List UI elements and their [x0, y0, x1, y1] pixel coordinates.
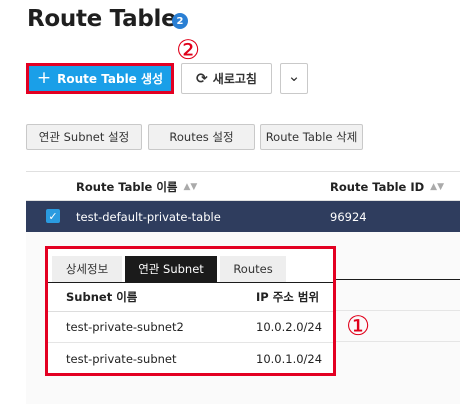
route-table-name: test-default-private-table — [76, 209, 221, 224]
check-icon: ✓ — [48, 209, 58, 223]
tab-routes[interactable]: Routes — [220, 256, 286, 282]
refresh-icon: ⟳ — [196, 70, 208, 87]
routes-settings-button[interactable]: Routes 설정 — [148, 124, 255, 150]
column-id-label: Route Table ID — [330, 180, 425, 194]
column-subnet-name: Subnet 이름 — [66, 290, 138, 304]
page-title: Route Table — [27, 6, 177, 32]
chevron-down-icon: ⌄ — [287, 66, 301, 85]
subnet-table: Subnet 이름 IP 주소 범위 test-private-subnet2 … — [48, 282, 333, 374]
refresh-button[interactable]: ⟳ 새로고침 — [181, 63, 272, 94]
count-badge: 2 — [172, 13, 188, 29]
row-checkbox[interactable]: ✓ — [46, 209, 60, 223]
route-table-header: Route Table 이름 ▲▼ Route Table ID ▲▼ — [26, 171, 460, 201]
annotation-marker-two: ② — [176, 35, 201, 66]
route-table-id: 96924 — [330, 209, 367, 224]
plus-icon: + — [36, 68, 52, 88]
sort-icon[interactable]: ▲▼ — [184, 182, 198, 192]
refresh-label: 새로고침 — [212, 72, 257, 86]
column-header-id[interactable]: Route Table ID ▲▼ — [330, 172, 444, 202]
sort-icon[interactable]: ▲▼ — [430, 182, 444, 192]
table-row[interactable]: test-private-subnet 10.0.1.0/24 — [48, 343, 333, 374]
create-route-table-label: Route Table 생성 — [57, 72, 164, 86]
detail-tabs: 상세정보 연관 Subnet Routes — [52, 256, 286, 282]
table-row[interactable]: test-private-subnet2 10.0.2.0/24 — [48, 312, 333, 343]
annotation-marker-one: ① — [346, 311, 371, 342]
subnet-name: test-private-subnet2 — [66, 320, 184, 334]
detail-panel: 상세정보 연관 Subnet Routes Subnet 이름 IP 주소 범위… — [45, 246, 336, 376]
subnet-name: test-private-subnet — [66, 351, 177, 366]
column-ip-range: IP 주소 범위 — [256, 290, 320, 304]
column-name-label: Route Table 이름 — [76, 180, 178, 194]
subnet-ip: 10.0.2.0/24 — [256, 320, 323, 334]
tab-detail[interactable]: 상세정보 — [52, 256, 122, 282]
subnet-ip: 10.0.1.0/24 — [256, 351, 323, 366]
more-actions-button[interactable]: ⌄ — [280, 63, 308, 94]
divider — [336, 279, 460, 280]
associated-subnet-settings-button[interactable]: 연관 Subnet 설정 — [26, 124, 142, 150]
subnet-table-header: Subnet 이름 IP 주소 범위 — [48, 282, 333, 312]
column-header-name[interactable]: Route Table 이름 ▲▼ — [76, 172, 197, 202]
tab-associated-subnet[interactable]: 연관 Subnet — [125, 256, 217, 282]
delete-route-table-button[interactable]: Route Table 삭제 — [260, 124, 363, 150]
table-row[interactable]: ✓ test-default-private-table 96924 — [26, 201, 460, 232]
create-route-table-button[interactable]: + Route Table 생성 — [26, 63, 174, 94]
